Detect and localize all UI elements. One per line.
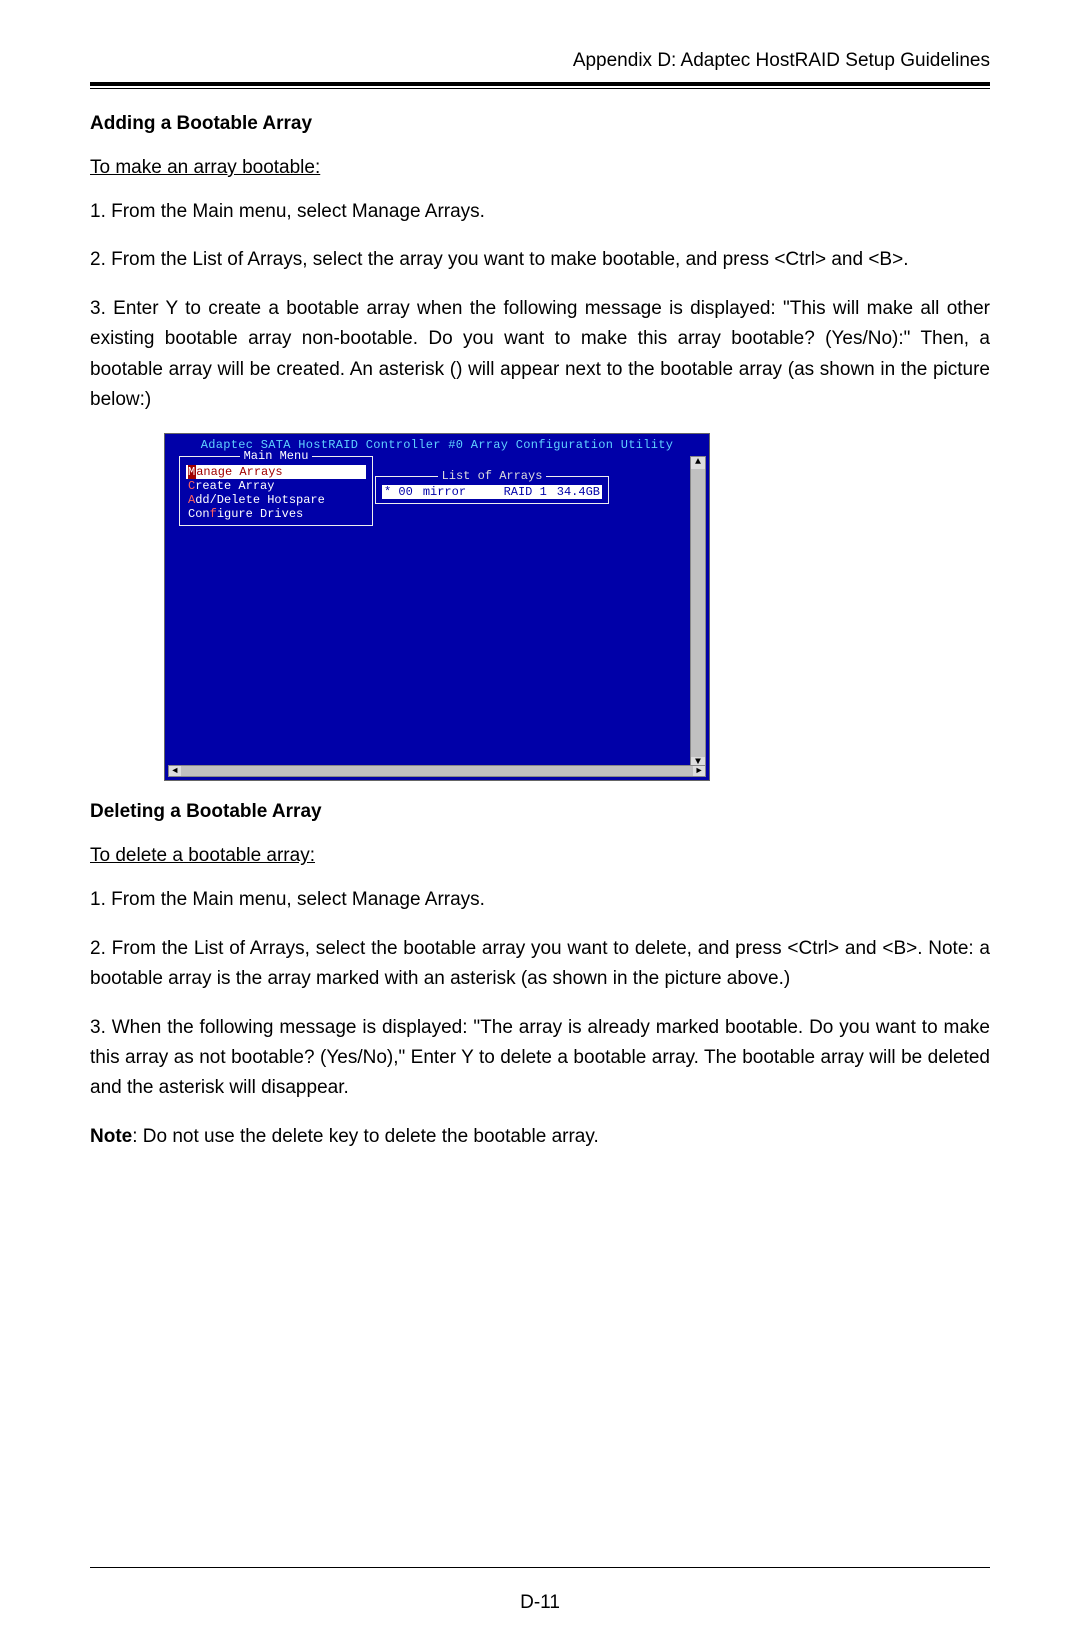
bios-array-row[interactable]: * 00 mirror RAID 1 34.4GB xyxy=(382,485,602,499)
bios-list-of-arrays: List of Arrays * 00 mirror RAID 1 34.4GB xyxy=(375,476,609,504)
subhead-make-bootable: To make an array bootable: xyxy=(90,157,990,179)
subhead-delete-bootable: To delete a bootable array: xyxy=(90,845,990,867)
bios-main-menu: Main Menu Manage Arrays Create Array Add… xyxy=(179,456,373,526)
page-number: D-11 xyxy=(0,1592,1080,1614)
bios-menu-label-pre: Con xyxy=(188,507,210,521)
rule-thin xyxy=(90,88,990,89)
bios-list-title: List of Arrays xyxy=(382,469,602,483)
bios-menu-label: anage Arrays xyxy=(196,465,282,479)
step-3-del: 3. When the following message is display… xyxy=(90,1013,990,1104)
bios-menu-item-add-delete-hotspare[interactable]: Add/Delete Hotspare xyxy=(186,493,366,507)
note-text: : Do not use the delete key to delete th… xyxy=(132,1126,599,1147)
page-header: Appendix D: Adaptec HostRAID Setup Guide… xyxy=(90,50,990,78)
bios-main-menu-title: Main Menu xyxy=(186,449,366,463)
section-title-adding: Adding a Bootable Array xyxy=(90,113,990,135)
section-title-deleting: Deleting a Bootable Array xyxy=(90,801,990,823)
bios-menu-label: dd/Delete Hotspare xyxy=(195,493,325,507)
bios-array-name: mirror xyxy=(423,485,466,499)
step-1-del: 1. From the Main menu, select Manage Arr… xyxy=(90,885,990,915)
bios-array-marker: * 00 xyxy=(384,485,413,499)
bios-scrollbar-horizontal[interactable]: ◄ ► xyxy=(168,765,706,777)
step-3-add: 3. Enter Y to create a bootable array wh… xyxy=(90,294,990,416)
note-line: Note: Do not use the delete key to delet… xyxy=(90,1122,990,1152)
bios-array-size: 34.4GB xyxy=(557,485,600,499)
bios-screen: Adaptec SATA HostRAID Controller #0 Arra… xyxy=(165,434,709,780)
rule-thick xyxy=(90,82,990,86)
step-2-del: 2. From the List of Arrays, select the b… xyxy=(90,934,990,995)
scroll-right-icon[interactable]: ► xyxy=(693,766,705,776)
footer-rule xyxy=(90,1567,990,1568)
bios-screenshot: Adaptec SATA HostRAID Controller #0 Arra… xyxy=(164,433,710,781)
bios-scrollbar-vertical[interactable]: ▲ ▼ xyxy=(690,456,706,770)
scroll-up-icon[interactable]: ▲ xyxy=(691,457,705,469)
bios-menu-item-manage-arrays[interactable]: Manage Arrays xyxy=(186,465,366,479)
bios-menu-item-create-array[interactable]: Create Array xyxy=(186,479,366,493)
note-label: Note xyxy=(90,1126,132,1147)
step-2-add: 2. From the List of Arrays, select the a… xyxy=(90,245,990,275)
document-page: Appendix D: Adaptec HostRAID Setup Guide… xyxy=(0,0,1080,1650)
bios-menu-item-configure-drives[interactable]: Configure Drives xyxy=(186,507,366,521)
bios-menu-label: reate Array xyxy=(195,479,274,493)
bios-hotkey-m: M xyxy=(188,465,196,479)
scroll-left-icon[interactable]: ◄ xyxy=(169,766,181,776)
step-1-add: 1. From the Main menu, select Manage Arr… xyxy=(90,197,990,227)
bios-array-type: RAID 1 xyxy=(504,485,547,499)
bios-menu-label-post: igure Drives xyxy=(217,507,303,521)
bios-hotkey-f: f xyxy=(210,507,217,521)
